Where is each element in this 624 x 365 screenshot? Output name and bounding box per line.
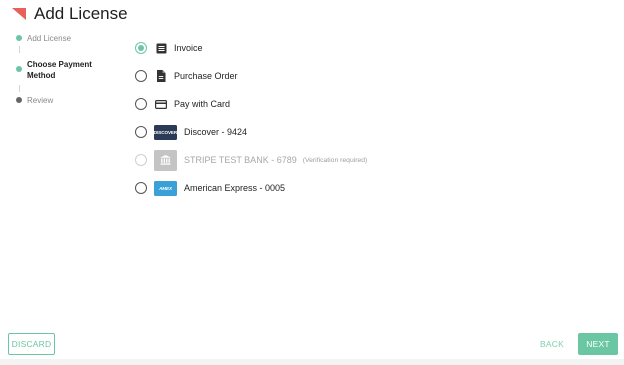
radio-button[interactable] — [135, 98, 147, 110]
bank-icon — [154, 149, 177, 171]
step-connector — [18, 85, 20, 92]
payment-option-label: American Express - 0005 — [184, 183, 286, 193]
discover-card-icon: DISCOVER — [154, 124, 177, 140]
amex-card-icon: AMEX — [154, 180, 177, 196]
payment-option-pay-with-card[interactable]: Pay with Card — [135, 94, 230, 114]
radio-button[interactable] — [135, 126, 147, 138]
step-active-dot — [16, 66, 22, 72]
discard-button[interactable]: DISCARD — [8, 333, 55, 355]
back-button[interactable]: BACK — [536, 333, 568, 355]
payment-option-label: Purchase Order — [174, 71, 238, 81]
radio-button[interactable] — [135, 182, 147, 194]
bottom-divider — [0, 359, 624, 365]
next-button[interactable]: NEXT — [578, 333, 618, 355]
logo-icon — [12, 8, 26, 20]
step-connector — [18, 46, 20, 53]
step-label-choose-payment-method: Choose Payment Method — [27, 60, 92, 80]
radio-button[interactable] — [135, 70, 147, 82]
verification-note: (Verification required) — [302, 156, 368, 164]
step-pending-dot — [16, 97, 22, 103]
payment-option-invoice[interactable]: Invoice — [135, 38, 203, 58]
payment-option-label: STRIPE TEST BANK - 6789 — [184, 155, 297, 165]
step-label-review: Review — [27, 96, 54, 105]
page-title: Add License — [34, 4, 128, 23]
invoice-icon — [155, 42, 167, 54]
payment-option-label: Discover - 9424 — [184, 127, 248, 137]
payment-option-label: Pay with Card — [174, 99, 231, 109]
step-label-add-license[interactable]: Add License — [27, 33, 71, 44]
purchase-order-icon — [155, 70, 167, 82]
radio-button-disabled — [135, 154, 147, 166]
payment-option-label: Invoice — [174, 43, 203, 53]
step-complete-dot — [16, 35, 22, 41]
radio-button-selected[interactable] — [135, 42, 147, 54]
payment-option-purchase-order[interactable]: Purchase Order — [135, 66, 238, 86]
payment-option-bank-account: STRIPE TEST BANK - 6789 (Verification re… — [135, 149, 368, 171]
payment-option-amex[interactable]: AMEX American Express - 0005 — [135, 178, 285, 198]
payment-option-discover[interactable]: DISCOVER Discover - 9424 — [135, 122, 247, 142]
credit-card-icon — [155, 98, 167, 110]
